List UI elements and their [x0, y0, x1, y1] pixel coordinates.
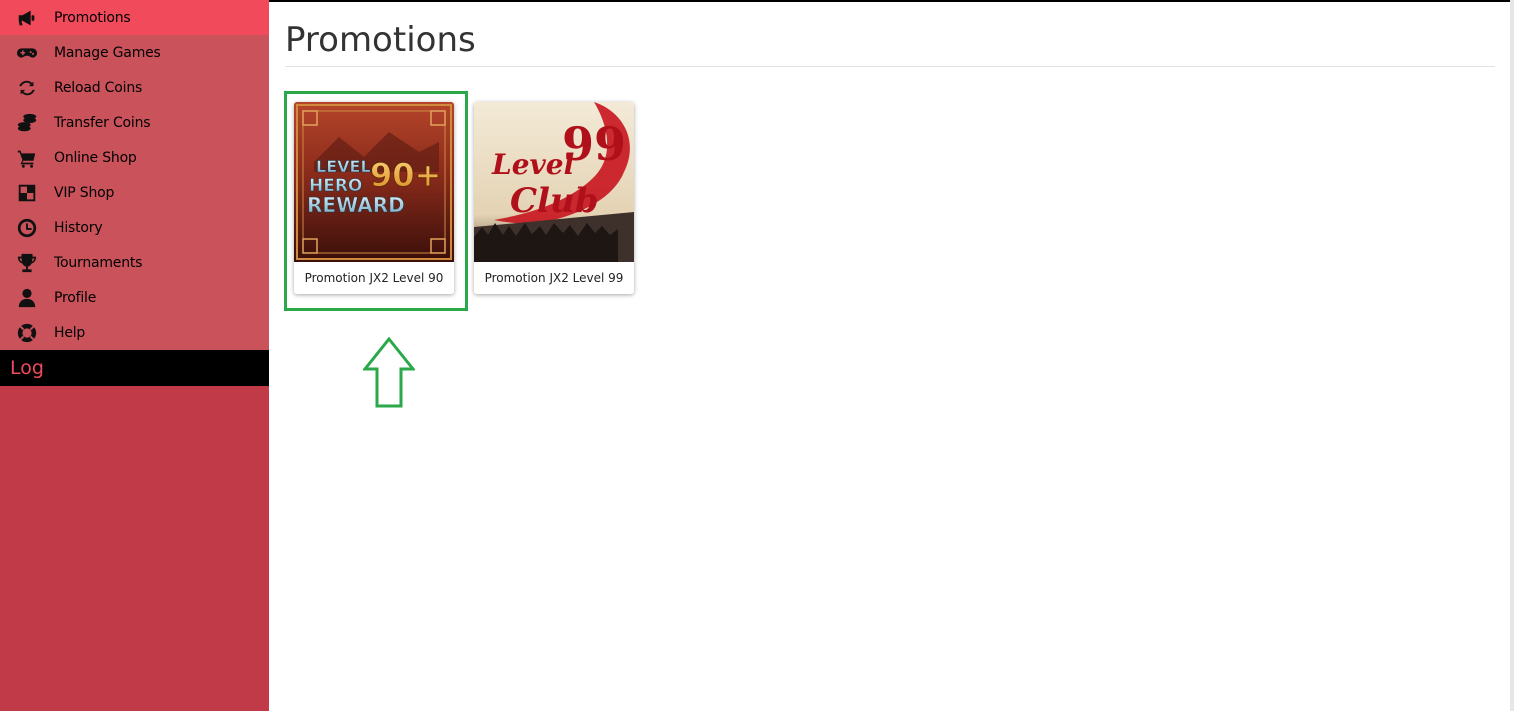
sidebar-menu: Promotions Manage Games Reload Coins Tra… [0, 0, 269, 350]
sidebar-item-transfer-coins[interactable]: Transfer Coins [0, 105, 269, 140]
sidebar-item-label: Tournaments [54, 254, 143, 271]
sidebar-item-history[interactable]: History [0, 210, 269, 245]
refresh-icon [0, 77, 54, 99]
up-arrow-indicator [363, 337, 415, 408]
sidebar-item-label: Help [54, 324, 86, 341]
sidebar-item-profile[interactable]: Profile [0, 280, 269, 315]
cart-icon [0, 147, 54, 169]
main-content: Promotions [285, 0, 1495, 67]
sidebar-item-label: Reload Coins [54, 79, 143, 96]
checker-icon [0, 182, 54, 204]
user-icon [0, 287, 54, 309]
promotion-card-level-99[interactable]: Level 99 Club Promotion JX2 Level 99 [474, 102, 634, 294]
sidebar-item-label: Profile [54, 289, 97, 306]
scrollbar[interactable] [1510, 0, 1514, 711]
lifebuoy-icon [0, 322, 54, 344]
sidebar-item-reload-coins[interactable]: Reload Coins [0, 70, 269, 105]
trophy-icon [0, 252, 54, 274]
promotion-card-title[interactable]: Promotion JX2 Level 99 [474, 262, 634, 294]
sidebar-item-vip-shop[interactable]: VIP Shop [0, 175, 269, 210]
sidebar-item-help[interactable]: Help [0, 315, 269, 350]
sidebar-item-label: Online Shop [54, 149, 137, 166]
clock-icon [0, 217, 54, 239]
sidebar-item-label: History [54, 219, 103, 236]
promotion-level-99-image[interactable]: Level 99 Club [474, 102, 634, 262]
sidebar-item-label: Transfer Coins [54, 114, 151, 131]
image-text-99: 99 [562, 117, 626, 171]
sidebar: Promotions Manage Games Reload Coins Tra… [0, 0, 269, 711]
sidebar-item-label: VIP Shop [54, 184, 115, 201]
sidebar-item-tournaments[interactable]: Tournaments [0, 245, 269, 280]
coins-icon [0, 112, 54, 134]
sidebar-item-label: Promotions [54, 9, 131, 26]
log-section-header[interactable]: Log [0, 350, 269, 386]
sidebar-item-promotions[interactable]: Promotions [0, 0, 269, 35]
megaphone-icon [0, 7, 54, 29]
image-text-club: Club [510, 181, 598, 221]
page-title: Promotions [285, 20, 476, 60]
highlight-box [284, 91, 468, 311]
gamepad-icon [0, 42, 54, 64]
title-divider [285, 66, 1495, 67]
sidebar-item-label: Manage Games [54, 44, 161, 61]
sidebar-item-manage-games[interactable]: Manage Games [0, 35, 269, 70]
sidebar-item-online-shop[interactable]: Online Shop [0, 140, 269, 175]
